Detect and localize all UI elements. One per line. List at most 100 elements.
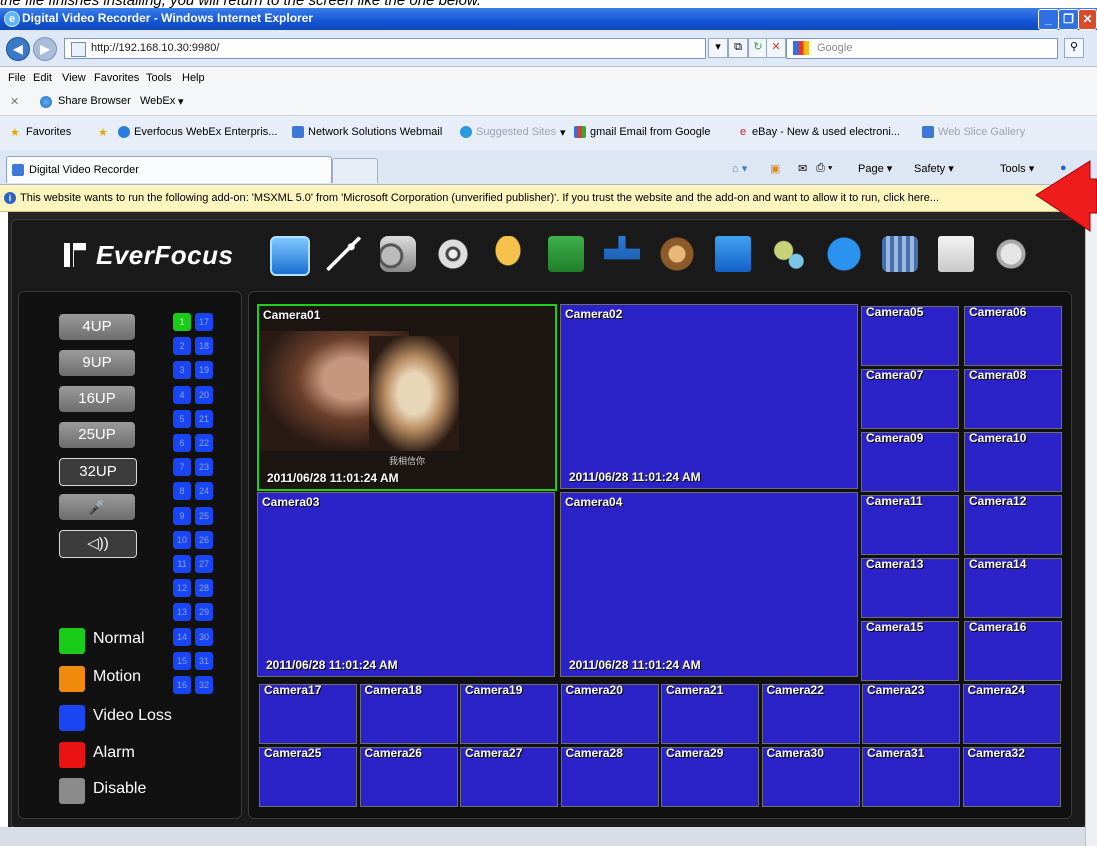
channel-button[interactable]: 24 [195,482,213,501]
speaker-button[interactable]: ◁)) [59,530,137,558]
display-icon[interactable] [715,236,751,272]
camera-tile[interactable]: Camera04 2011/06/28 11:01:24 AM [560,492,858,677]
layout-32up-button[interactable]: 32UP [59,458,137,486]
search-input[interactable]: Google [786,38,1058,59]
dropdown-icon[interactable]: ▾ [708,38,728,58]
favorite-link[interactable]: Network Solutions Webmail [308,126,442,138]
camera-tile[interactable]: Camera03 2011/06/28 11:01:24 AM [257,492,555,677]
camera-tile[interactable]: Camera22 [761,683,860,744]
channel-button[interactable]: 28 [195,579,213,598]
feeds-icon[interactable]: ▣ [770,162,780,175]
maximize-button[interactable]: ❐ [1058,9,1079,30]
camera-tile[interactable]: Camera30 [761,746,860,807]
channel-button[interactable]: 14 [173,627,191,646]
menu-edit[interactable]: Edit [33,72,52,84]
minimize-button[interactable]: _ [1038,9,1059,30]
film-icon[interactable] [882,236,918,272]
channel-button[interactable]: 30 [195,627,213,646]
webex-dropdown-icon[interactable]: ▾ [178,95,184,108]
tab-digital-video-recorder[interactable]: Digital Video Recorder [6,156,332,183]
channel-button[interactable]: 13 [173,603,191,622]
channel-button[interactable]: 2 [173,337,191,356]
camera-tile[interactable]: Camera31 [862,746,960,807]
channel-button[interactable]: 4 [173,385,191,404]
webex-menu[interactable]: WebEx [140,95,175,107]
vertical-scrollbar[interactable] [1085,212,1097,846]
share-browser-button[interactable]: Share Browser [58,95,131,107]
camera-tile[interactable]: Camera06 [964,305,1062,366]
camera-tile[interactable]: Camera17 [259,683,357,744]
favorite-link[interactable]: Suggested Sites [476,126,556,138]
add-favorite-icon[interactable]: ★ [98,126,108,139]
print-icon[interactable]: ⎙ ▾ [816,162,832,175]
camera-tile[interactable]: Camera23 [862,683,960,744]
channel-button[interactable]: 3 [173,361,191,380]
camera-tile[interactable]: Camera10 [964,431,1062,492]
menu-file[interactable]: File [8,72,26,84]
schedule-icon[interactable] [548,236,584,272]
channel-button[interactable]: 8 [173,482,191,501]
channel-button[interactable]: 11 [173,555,191,573]
monitor-icon[interactable] [270,236,310,276]
safety-menu[interactable]: Safety ▾ [914,162,954,175]
hdd-icon[interactable] [659,236,695,272]
channel-button[interactable]: 1 [173,313,191,331]
camera-tile[interactable]: Camera19 [460,683,558,744]
refresh-icon[interactable]: ↻ [748,38,768,58]
camera-tile[interactable]: Camera32 [962,746,1061,807]
channel-button[interactable]: 20 [195,385,213,404]
camera-tile[interactable]: Camera12 [964,494,1062,555]
camera-tile[interactable]: Camera16 [964,620,1062,681]
camera-tile[interactable]: Camera24 [962,683,1061,744]
camera-tile[interactable]: Camera27 [460,746,558,807]
channel-button[interactable]: 26 [195,530,213,549]
channel-button[interactable]: 22 [195,434,213,452]
channel-button[interactable]: 9 [173,506,191,525]
camera-tile[interactable]: Camera02 2011/06/28 11:01:24 AM [560,304,858,489]
layout-4up-button[interactable]: 4UP [59,314,135,340]
favorite-link[interactable]: Everfocus WebEx Enterpris... [134,126,277,138]
information-bar[interactable]: i This website wants to run the followin… [0,185,1097,212]
info-icon[interactable] [826,236,862,272]
favorite-link[interactable]: gmail Email from Google [590,126,710,138]
address-bar[interactable]: http://192.168.10.30:9980/ [64,38,706,59]
channel-button[interactable]: 31 [195,651,213,670]
close-button[interactable]: ✕ [1078,9,1097,30]
bell-icon[interactable] [490,236,526,272]
layout-16up-button[interactable]: 16UP [59,386,135,412]
camera-tile[interactable]: Camera21 [661,683,759,744]
channel-button[interactable]: 19 [195,361,213,380]
back-button[interactable]: ◀ [6,37,30,61]
menu-view[interactable]: View [62,72,86,84]
channel-button[interactable]: 5 [173,409,191,428]
channel-button[interactable]: 17 [195,313,213,331]
read-mail-icon[interactable]: ✉ [798,162,807,175]
forward-button[interactable]: ▶ [33,37,57,61]
channel-button[interactable]: 32 [195,676,213,694]
camera-tile[interactable]: Camera11 [861,494,959,555]
camera-tile[interactable]: Camera07 [861,368,959,429]
menu-help[interactable]: Help [182,72,205,84]
mouse-icon[interactable] [993,236,1029,272]
camera-tile[interactable]: Camera25 [259,746,357,807]
menu-favorites[interactable]: Favorites [94,72,139,84]
search-doc-icon[interactable] [938,236,974,272]
menu-tools[interactable]: Tools [146,72,172,84]
wand-icon[interactable] [326,236,362,272]
camera-tile[interactable]: Camera05 [861,305,959,366]
channel-button[interactable]: 16 [173,676,191,694]
camera-tile[interactable]: Camera14 [964,557,1062,618]
channel-button[interactable]: 27 [195,555,213,573]
camera-tile[interactable]: Camera18 [359,683,458,744]
camera-tile[interactable]: Camera08 [964,368,1062,429]
camera-tile[interactable]: Camera15 [861,620,959,681]
channel-button[interactable]: 23 [195,458,213,477]
camera-tile[interactable]: Camera13 [861,557,959,618]
microphone-button[interactable]: 🎤 [59,494,135,520]
page-menu[interactable]: Page ▾ [858,162,892,175]
gears-icon[interactable] [771,236,807,272]
compat-view-icon[interactable]: ⧉ [728,38,748,58]
camera-tile[interactable]: Camera28 [560,746,659,807]
channel-button[interactable]: 29 [195,603,213,622]
channel-button[interactable]: 7 [173,458,191,477]
